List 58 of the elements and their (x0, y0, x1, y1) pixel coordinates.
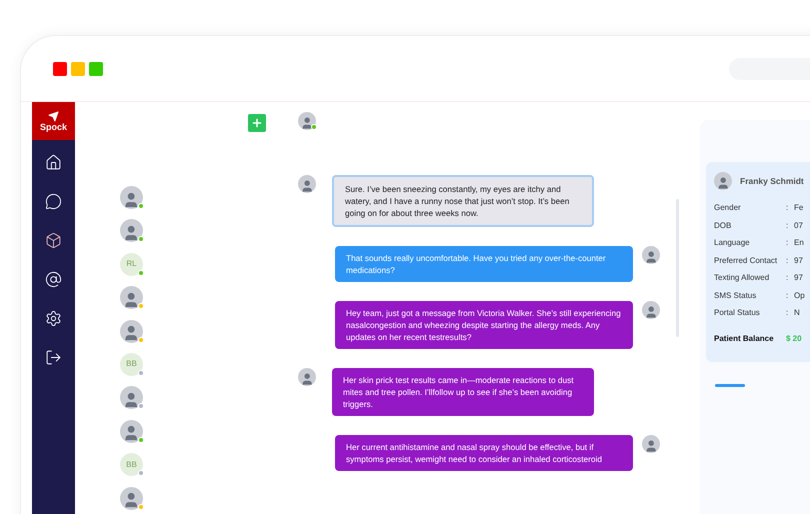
paper-plane-icon (48, 110, 59, 122)
initials-avatar: BB (120, 453, 143, 476)
avatar-icon (298, 368, 316, 386)
field-separator: : (786, 202, 790, 214)
avatar-icon (120, 420, 143, 443)
avatar-icon (120, 486, 143, 510)
balance-value: $ 20 (786, 333, 802, 345)
settings-icon[interactable] (45, 310, 62, 327)
field-label: DOB (714, 220, 732, 232)
field-label: SMS Status (714, 290, 758, 302)
field-value: 97 (794, 254, 803, 266)
patient-name: Franky Schmidt (740, 174, 804, 188)
field-separator: : (786, 237, 790, 249)
field-separator: : (786, 272, 790, 284)
initials-avatar: RL (120, 252, 143, 276)
plus-icon (251, 117, 263, 129)
field-separator: : (786, 290, 790, 302)
initials-avatar: BB (120, 352, 143, 376)
close-button[interactable] (53, 62, 67, 76)
field-value: Fe (794, 202, 804, 214)
field-value: 97 (794, 272, 803, 284)
field-separator: : (786, 254, 790, 266)
avatar-icon (120, 219, 143, 242)
avatar-icon (642, 301, 660, 319)
field-separator: : (786, 220, 790, 232)
field-value: 07 (794, 220, 803, 232)
at-sign-icon[interactable] (45, 271, 62, 288)
avatar-icon (120, 386, 143, 410)
message-bubble: Sure. I’ve been sneezing constantly, my eyes are itchy and watery, and I have a runny nose that just won’t stop. It’s been going on for about three weeks now. (332, 175, 594, 227)
avatar-icon (714, 172, 732, 190)
message-bubble: Her current antihistamine and nasal spray should be effective, but if symptoms persist, wemight need to consider an inhaled corticosteroid (335, 435, 633, 471)
avatar-icon (120, 186, 143, 209)
field-value: En (794, 237, 804, 249)
field-value: Op (794, 290, 805, 302)
avatar-icon (120, 320, 143, 343)
field-label: Preferred Contact (714, 254, 778, 266)
message-bubble: Hey team, just got a message from Victoria Walker. She’s still experiencing nasalcongestion and wheezing despite starting the allergy meds. Any updates on her recent testresults? (335, 301, 633, 349)
logo[interactable]: Spock (32, 102, 75, 140)
tab-underline (715, 384, 745, 387)
logo-text: Spock (40, 122, 67, 132)
field-separator: : (786, 307, 790, 319)
message-bubble: Her skin prick test results came in—moderate reactions to dust mites and tree pollen. I’llfollow up to see if she’s been avoiding triggers. (332, 368, 594, 416)
avatar-icon (642, 435, 660, 453)
message-bubble: That sounds really uncomfortable. Have you tried any over-the-counter medications? (335, 246, 633, 282)
logout-icon[interactable] (45, 349, 62, 366)
avatar-icon (120, 286, 143, 310)
avatar-icon (642, 246, 660, 264)
avatar-icon (298, 175, 316, 193)
field-value: N (794, 307, 800, 319)
field-label: Language (714, 237, 751, 249)
field-label: Portal Status (714, 307, 761, 319)
home-icon[interactable] (45, 154, 62, 171)
field-label: Gender (714, 202, 742, 214)
cube-icon[interactable] (45, 232, 62, 249)
chat-bubble-icon[interactable] (45, 193, 62, 210)
avatar-icon (298, 112, 316, 130)
field-label: Texting Allowed (714, 272, 770, 284)
balance-label: Patient Balance (714, 333, 775, 345)
